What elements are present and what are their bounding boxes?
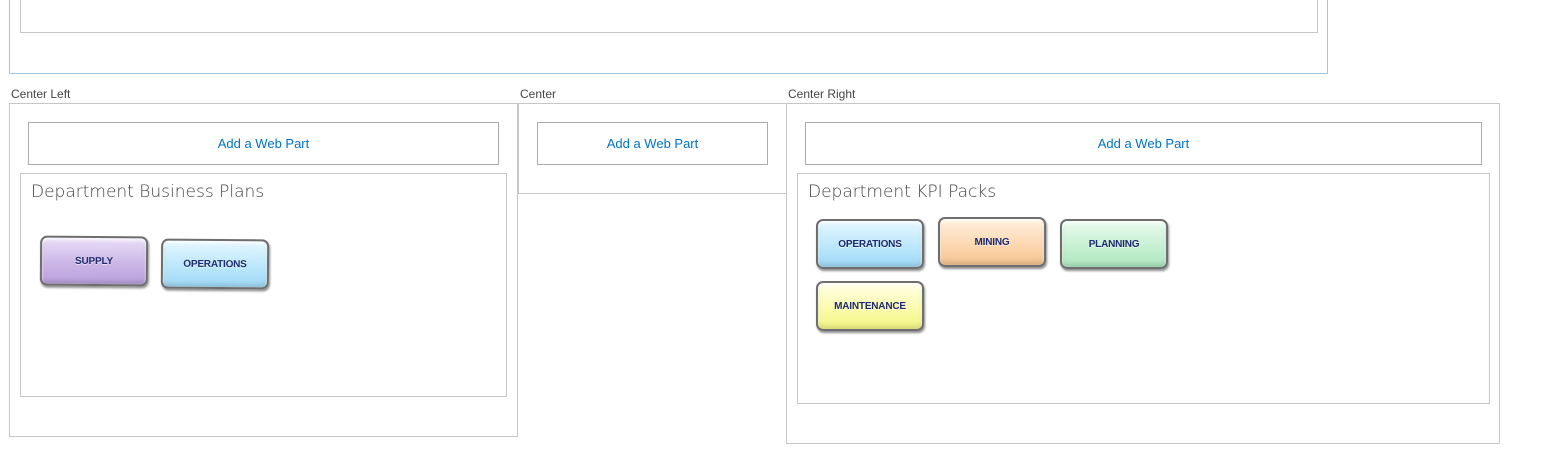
center-left-zone-label: Center Left [11,87,71,101]
center-left-zone: Add a Web Part Department Business Plans… [9,103,518,437]
center-right-zone-label: Center Right [788,87,856,101]
department-kpi-packs-title: Department KPI Packs [808,182,997,202]
mining-kpi-button[interactable]: MINING [938,217,1046,267]
maintenance-kpi-button[interactable]: MAINTENANCE [816,281,924,331]
department-kpi-packs-webpart: Department KPI Packs OPERATIONS MINING P… [797,173,1490,404]
operations-business-plan-button[interactable]: OPERATIONS [160,238,270,290]
department-business-plans-title: Department Business Plans [31,182,265,202]
supply-button[interactable]: SUPPLY [39,235,149,287]
center-right-zone: Add a Web Part Department KPI Packs OPER… [786,103,1500,444]
center-left-add-web-part-button[interactable]: Add a Web Part [28,122,499,165]
center-right-add-web-part-button[interactable]: Add a Web Part [805,122,1482,165]
top-zone-webpart [20,0,1318,33]
center-zone-label: Center [520,87,557,101]
planning-kpi-button[interactable]: PLANNING [1060,219,1168,269]
center-zone: Add a Web Part [518,103,787,194]
department-business-plans-webpart: Department Business Plans SUPPLY OPERATI… [20,173,507,397]
operations-kpi-button[interactable]: OPERATIONS [816,219,924,269]
center-add-web-part-button[interactable]: Add a Web Part [537,122,768,165]
